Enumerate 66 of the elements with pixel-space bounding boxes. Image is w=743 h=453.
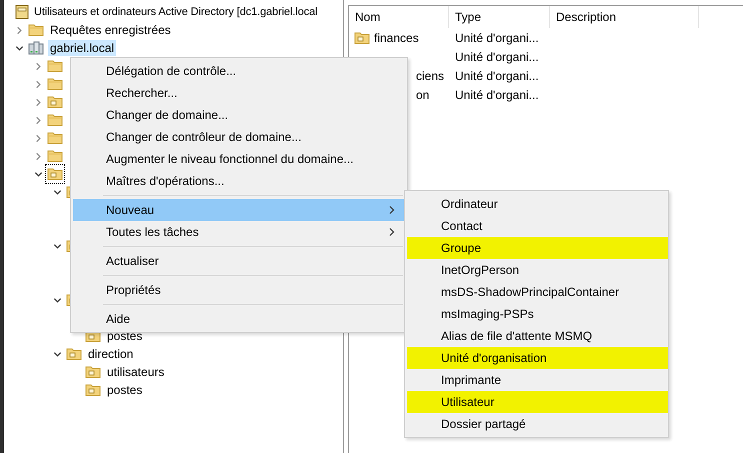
tree-item[interactable]: direction	[86, 346, 136, 362]
list-item-name[interactable]: finances	[374, 30, 419, 44]
list-item-name[interactable]: ciens	[416, 68, 444, 82]
tree-item[interactable]: postes	[105, 382, 144, 398]
menu-item[interactable]: Groupe	[407, 237, 668, 259]
menu-item[interactable]: Utilisateur	[407, 391, 668, 413]
menu-item[interactable]: Changer de contrôleur de domaine...	[73, 126, 405, 148]
chevron-down-icon[interactable]	[52, 188, 62, 196]
menu-item[interactable]: InetOrgPerson	[407, 259, 668, 281]
menu-item[interactable]: Ordinateur	[407, 193, 668, 215]
folder-icon	[28, 22, 44, 38]
chevron-down-icon[interactable]	[34, 170, 42, 178]
tree-item[interactable]: gabriel.local	[48, 40, 116, 56]
menu-item[interactable]: Délégation de contrôle...	[73, 60, 405, 82]
chevron-down-icon[interactable]	[52, 350, 62, 358]
menu-item[interactable]: Aide	[73, 308, 405, 330]
menu-item[interactable]: Alias de file d'attente MSMQ	[407, 325, 668, 347]
list-item-name[interactable]: on	[416, 88, 430, 102]
menu-item[interactable]: Rechercher...	[73, 82, 405, 104]
chevron-right-icon[interactable]	[34, 116, 42, 124]
chevron-right-icon[interactable]	[34, 98, 42, 106]
menu-item[interactable]: Augmenter le niveau fonctionnel du domaine...	[73, 148, 405, 170]
folder-icon	[47, 130, 63, 146]
console-title: Utilisateurs et ordinateurs Active Directory [dc1.gabriel.local	[34, 6, 318, 18]
menu-item[interactable]: Contact	[407, 215, 668, 237]
table-cell-text: Unité d'organi...	[454, 50, 539, 64]
menu-item[interactable]: Propriétés	[73, 279, 405, 301]
folder-icon	[47, 94, 63, 110]
menu-item[interactable]: Unité d'organisation	[407, 347, 668, 369]
folder-icon	[85, 382, 101, 398]
table-cell-text: Unité d'organi...	[454, 68, 539, 82]
menu-item[interactable]: msImaging-PSPs	[407, 303, 668, 325]
folder-icon	[47, 58, 63, 74]
menu-item[interactable]: Maîtres d'opérations...	[73, 170, 405, 192]
menu-item[interactable]: Nouveau	[73, 199, 405, 221]
chevron-right-icon	[388, 227, 396, 237]
menu-item[interactable]: Changer de domaine...	[73, 104, 405, 126]
tree-item[interactable]: Requêtes enregistrées	[48, 22, 173, 38]
console-icon	[14, 4, 30, 20]
chevron-down-icon[interactable]	[52, 242, 62, 250]
table-cell-text: Unité d'organi...	[454, 30, 539, 44]
server-icon	[28, 40, 44, 56]
menu-item[interactable]: Imprimante	[407, 369, 668, 391]
chevron-right-icon	[388, 205, 396, 215]
chevron-right-icon[interactable]	[34, 80, 42, 88]
folder-icon	[354, 30, 370, 46]
menu-item[interactable]: Toutes les tâches	[73, 221, 405, 243]
folder-icon	[85, 364, 101, 380]
column-header[interactable]: Nom	[349, 6, 449, 28]
folder-icon	[47, 76, 63, 92]
folder-icon	[47, 112, 63, 128]
folder-icon	[66, 346, 82, 362]
chevron-down-icon[interactable]	[14, 44, 24, 52]
table-cell-text: Unité d'organi...	[454, 88, 539, 102]
chevron-right-icon[interactable]	[34, 152, 42, 160]
column-header[interactable]: Description	[550, 6, 699, 28]
tree-item[interactable]: utilisateurs	[105, 364, 166, 380]
chevron-right-icon[interactable]	[14, 26, 24, 34]
chevron-right-icon[interactable]	[34, 62, 42, 70]
menu-item[interactable]: msDS-ShadowPrincipalContainer	[407, 281, 668, 303]
menu-item[interactable]: Actualiser	[73, 250, 405, 272]
folder-icon	[47, 148, 63, 164]
menu-item[interactable]: Dossier partagé	[407, 413, 668, 435]
chevron-right-icon[interactable]	[34, 134, 42, 142]
column-header[interactable]: Type	[449, 6, 550, 28]
chevron-down-icon[interactable]	[52, 296, 62, 304]
